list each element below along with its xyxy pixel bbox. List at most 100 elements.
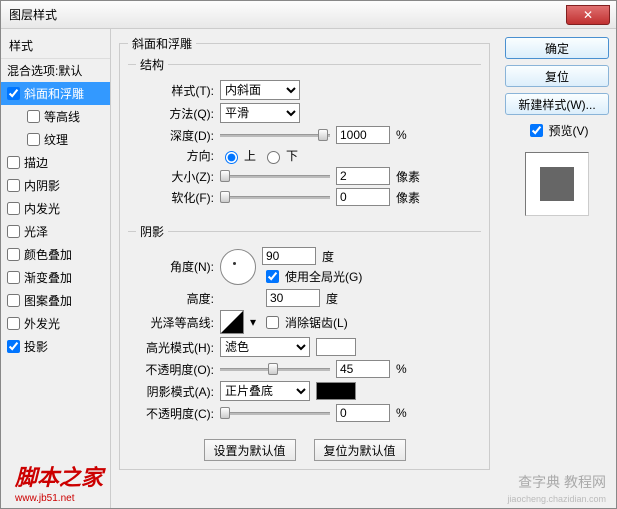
- sidebar-label-0: 斜面和浮雕: [24, 85, 84, 102]
- sidebar-check-2[interactable]: [27, 133, 40, 146]
- sidebar-label-6: 光泽: [24, 223, 48, 240]
- shadow-mode-label: 阴影模式(A):: [136, 383, 214, 400]
- gloss-label: 光泽等高线:: [136, 314, 214, 331]
- styles-sidebar: 样式 混合选项:默认 斜面和浮雕等高线纹理描边内阴影内发光光泽颜色叠加渐变叠加图…: [1, 29, 111, 508]
- soften-slider[interactable]: [220, 190, 330, 204]
- sidebar-label-3: 描边: [24, 154, 48, 171]
- shadow-opacity-input[interactable]: [336, 404, 390, 422]
- sidebar-label-4: 内阴影: [24, 177, 60, 194]
- sidebar-item-5[interactable]: 内发光: [1, 197, 110, 220]
- soften-unit: 像素: [396, 189, 420, 206]
- close-button[interactable]: ✕: [566, 5, 610, 25]
- highlight-mode-select[interactable]: 滤色: [220, 337, 310, 357]
- depth-input[interactable]: [336, 126, 390, 144]
- angle-label: 角度(N):: [136, 258, 214, 275]
- dialog-title: 图层样式: [9, 6, 57, 23]
- new-style-button[interactable]: 新建样式(W)...: [505, 93, 609, 115]
- antialias-check[interactable]: [266, 316, 279, 329]
- set-default-button[interactable]: 设置为默认值: [204, 439, 296, 461]
- close-icon: ✕: [583, 8, 593, 22]
- shadow-color[interactable]: [316, 382, 356, 400]
- sidebar-item-4[interactable]: 内阴影: [1, 174, 110, 197]
- sidebar-check-9[interactable]: [7, 294, 20, 307]
- preview-check[interactable]: [530, 124, 543, 137]
- sidebar-label-1: 等高线: [44, 108, 80, 125]
- sidebar-item-6[interactable]: 光泽: [1, 220, 110, 243]
- sidebar-check-1[interactable]: [27, 110, 40, 123]
- radio-up[interactable]: [225, 151, 238, 164]
- sidebar-check-8[interactable]: [7, 271, 20, 284]
- hi-op-unit: %: [396, 362, 407, 376]
- altitude-unit: 度: [326, 290, 338, 307]
- sidebar-label-7: 颜色叠加: [24, 246, 72, 263]
- right-panel: 确定 复位 新建样式(W)... 预览(V): [498, 29, 616, 508]
- antialias[interactable]: 消除锯齿(L): [262, 313, 348, 332]
- structure-group: 结构 样式(T): 内斜面 方法(Q): 平滑 深度(D): %: [128, 56, 481, 217]
- sidebar-check-6[interactable]: [7, 225, 20, 238]
- sidebar-item-3[interactable]: 描边: [1, 151, 110, 174]
- sidebar-item-0[interactable]: 斜面和浮雕: [1, 82, 110, 105]
- sidebar-label-8: 渐变叠加: [24, 269, 72, 286]
- size-label: 大小(Z):: [136, 168, 214, 185]
- layer-style-dialog: 图层样式 ✕ 样式 混合选项:默认 斜面和浮雕等高线纹理描边内阴影内发光光泽颜色…: [0, 0, 617, 509]
- direction-down[interactable]: 下: [262, 147, 298, 164]
- size-input[interactable]: [336, 167, 390, 185]
- sidebar-label-9: 图案叠加: [24, 292, 72, 309]
- soften-label: 软化(F):: [136, 189, 214, 206]
- watermark-right: 查字典 教程网: [518, 472, 606, 492]
- radio-down[interactable]: [267, 151, 280, 164]
- highlight-color[interactable]: [316, 338, 356, 356]
- angle-wheel[interactable]: [220, 249, 256, 285]
- reset-default-button[interactable]: 复位为默认值: [314, 439, 406, 461]
- sidebar-item-10[interactable]: 外发光: [1, 312, 110, 335]
- bevel-legend: 斜面和浮雕: [128, 35, 196, 52]
- gloss-contour[interactable]: [220, 310, 244, 334]
- watermark-left-url: www.jb51.net: [15, 493, 74, 504]
- sidebar-check-3[interactable]: [7, 156, 20, 169]
- preview-inner: [540, 167, 574, 201]
- preview-toggle[interactable]: 预览(V): [526, 121, 589, 140]
- sidebar-item-1[interactable]: 等高线: [1, 105, 110, 128]
- direction-up[interactable]: 上: [220, 147, 256, 164]
- sidebar-blend-options[interactable]: 混合选项:默认: [1, 59, 110, 82]
- sidebar-check-11[interactable]: [7, 340, 20, 353]
- sidebar-check-0[interactable]: [7, 87, 20, 100]
- sidebar-check-10[interactable]: [7, 317, 20, 330]
- sidebar-check-4[interactable]: [7, 179, 20, 192]
- depth-slider[interactable]: [220, 128, 330, 142]
- size-unit: 像素: [396, 168, 420, 185]
- watermark-left: 脚本之家: [15, 460, 103, 492]
- sidebar-header: 样式: [1, 33, 110, 59]
- global-check[interactable]: [266, 270, 279, 283]
- sidebar-check-7[interactable]: [7, 248, 20, 261]
- style-select[interactable]: 内斜面: [220, 80, 300, 100]
- shading-legend: 阴影: [136, 223, 168, 240]
- sidebar-item-7[interactable]: 颜色叠加: [1, 243, 110, 266]
- altitude-input[interactable]: [266, 289, 320, 307]
- ok-button[interactable]: 确定: [505, 37, 609, 59]
- angle-unit: 度: [322, 248, 334, 265]
- shadow-opacity-slider[interactable]: [220, 406, 330, 420]
- bevel-group: 斜面和浮雕 结构 样式(T): 内斜面 方法(Q): 平滑 深度(D):: [119, 35, 490, 470]
- cancel-button[interactable]: 复位: [505, 65, 609, 87]
- sidebar-item-8[interactable]: 渐变叠加: [1, 266, 110, 289]
- highlight-opacity-input[interactable]: [336, 360, 390, 378]
- size-slider[interactable]: [220, 169, 330, 183]
- sidebar-item-2[interactable]: 纹理: [1, 128, 110, 151]
- sh-op-unit: %: [396, 406, 407, 420]
- angle-input[interactable]: [262, 247, 316, 265]
- sidebar-check-5[interactable]: [7, 202, 20, 215]
- soften-input[interactable]: [336, 188, 390, 206]
- titlebar[interactable]: 图层样式 ✕: [1, 1, 616, 29]
- sidebar-label-2: 纹理: [44, 131, 68, 148]
- sidebar-item-11[interactable]: 投影: [1, 335, 110, 358]
- sidebar-item-9[interactable]: 图案叠加: [1, 289, 110, 312]
- method-select[interactable]: 平滑: [220, 103, 300, 123]
- highlight-opacity-slider[interactable]: [220, 362, 330, 376]
- sidebar-label-11: 投影: [24, 338, 48, 355]
- main-panel: 斜面和浮雕 结构 样式(T): 内斜面 方法(Q): 平滑 深度(D):: [111, 29, 498, 508]
- watermark-right-url: jiaocheng.chazidian.com: [507, 494, 606, 504]
- shadow-mode-select[interactable]: 正片叠底: [220, 381, 310, 401]
- chevron-down-icon[interactable]: ▾: [250, 315, 256, 329]
- global-light[interactable]: 使用全局光(G): [262, 267, 362, 286]
